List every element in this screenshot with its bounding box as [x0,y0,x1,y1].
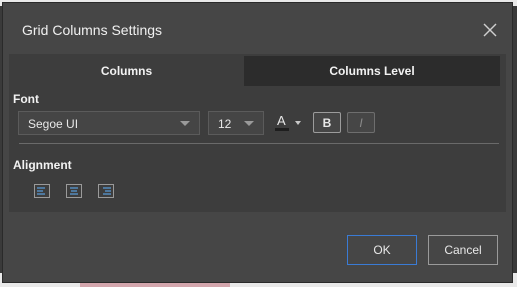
dialog-content: Columns Columns Level Font Segoe UI 12 A… [9,54,506,212]
tab-columns-level[interactable]: Columns Level [244,56,500,86]
grid-columns-settings-dialog: Grid Columns Settings Columns Columns Le… [2,2,513,283]
cancel-button[interactable]: Cancel [428,235,498,265]
tab-columns[interactable]: Columns [9,56,244,86]
alignment-section-label: Alignment [13,158,72,172]
section-divider [19,143,499,144]
dialog-title: Grid Columns Settings [22,22,163,38]
dialog-titlebar: Grid Columns Settings [3,3,512,57]
align-center-icon[interactable] [66,184,82,198]
ok-button[interactable]: OK [347,235,417,265]
align-right-icon[interactable] [98,184,114,198]
chevron-down-icon [295,121,301,125]
font-size-value: 12 [218,117,232,131]
font-color-button[interactable]: A [274,111,304,135]
align-left-icon[interactable] [34,184,50,198]
bold-button[interactable]: B [313,112,341,133]
font-color-icon: A [277,113,286,128]
font-size-select[interactable]: 12 [208,111,264,135]
tab-bar: Columns Columns Level [9,56,500,86]
italic-button[interactable]: I [347,112,375,133]
chevron-down-icon [180,121,190,126]
font-color-swatch [275,128,289,131]
chevron-down-icon [244,121,254,126]
font-family-select[interactable]: Segoe UI [18,111,200,135]
close-icon[interactable] [480,20,500,40]
font-section-label: Font [13,92,39,106]
font-family-value: Segoe UI [28,117,79,131]
